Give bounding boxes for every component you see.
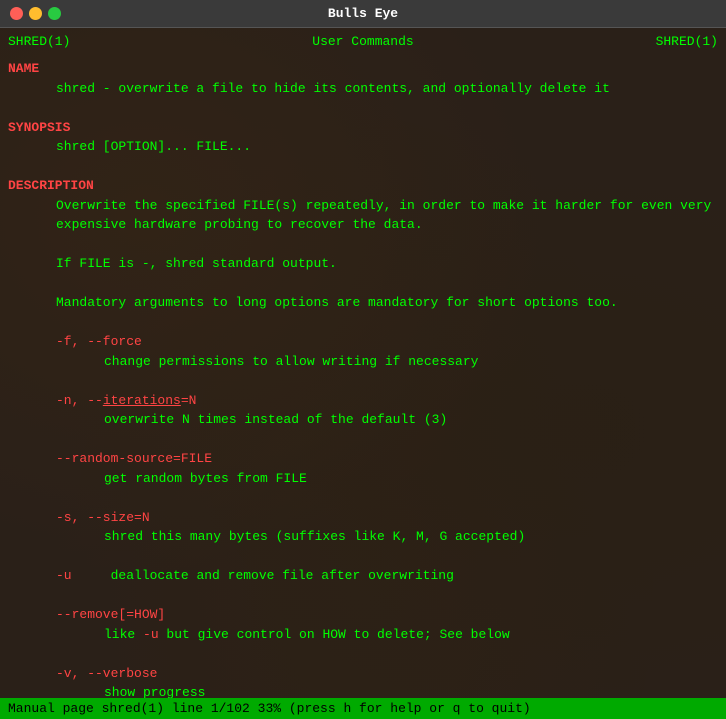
synopsis-section-label: SYNOPSIS (8, 118, 718, 138)
option-random-source: --random-source=FILE (56, 449, 718, 469)
option-u: -u deallocate and remove file after over… (56, 566, 718, 586)
window-title: Bulls Eye (328, 6, 398, 21)
spacer-5 (8, 313, 718, 333)
option-v: -v, --verbose (56, 664, 718, 684)
minimize-button[interactable] (29, 7, 42, 20)
option-remove-desc: like -u but give control on HOW to delet… (104, 625, 718, 645)
spacer-1 (8, 98, 718, 118)
spacer-3 (8, 235, 718, 255)
option-n-desc: overwrite N times instead of the default… (104, 410, 718, 430)
spacer-8 (8, 488, 718, 508)
name-section-label: NAME (8, 59, 718, 79)
close-button[interactable] (10, 7, 23, 20)
description-section-label: DESCRIPTION (8, 176, 718, 196)
option-random-source-desc: get random bytes from FILE (104, 469, 718, 489)
status-bar: Manual page shred(1) line 1/102 33% (pre… (0, 698, 726, 719)
window: Bulls Eye SHRED(1) User Commands SHRED(1… (0, 0, 726, 719)
title-bar: Bulls Eye (0, 0, 726, 28)
option-f: -f, --force (56, 332, 718, 352)
header-left: SHRED(1) (8, 34, 70, 49)
header-center: User Commands (312, 34, 413, 49)
man-page-content: NAME shred - overwrite a file to hide it… (0, 55, 726, 698)
option-n: -n, --iterations=N (56, 391, 718, 411)
desc-para2: If FILE is -, shred standard output. (56, 254, 718, 274)
spacer-9 (8, 547, 718, 567)
desc-para3: Mandatory arguments to long options are … (56, 293, 718, 313)
spacer-4 (8, 274, 718, 294)
synopsis-cmd: shred [OPTION]... FILE... (56, 137, 718, 157)
desc-para1: Overwrite the specified FILE(s) repeated… (56, 196, 718, 216)
spacer-6 (8, 371, 718, 391)
spacer-2 (8, 157, 718, 177)
maximize-button[interactable] (48, 7, 61, 20)
spacer-11 (8, 644, 718, 664)
option-s-desc: shred this many bytes (suffixes like K, … (104, 527, 718, 547)
spacer-7 (8, 430, 718, 450)
man-page-header: SHRED(1) User Commands SHRED(1) (0, 28, 726, 55)
option-s: -s, --size=N (56, 508, 718, 528)
option-f-desc: change permissions to allow writing if n… (104, 352, 718, 372)
option-remove: --remove[=HOW] (56, 605, 718, 625)
desc-para1b: expensive hardware probing to recover th… (56, 215, 718, 235)
name-text: shred - overwrite a file to hide its con… (56, 79, 718, 99)
spacer-10 (8, 586, 718, 606)
status-text: Manual page shred(1) line 1/102 33% (pre… (8, 701, 531, 716)
option-v-desc: show progress (104, 683, 718, 698)
window-controls (10, 7, 61, 20)
header-right: SHRED(1) (656, 34, 718, 49)
